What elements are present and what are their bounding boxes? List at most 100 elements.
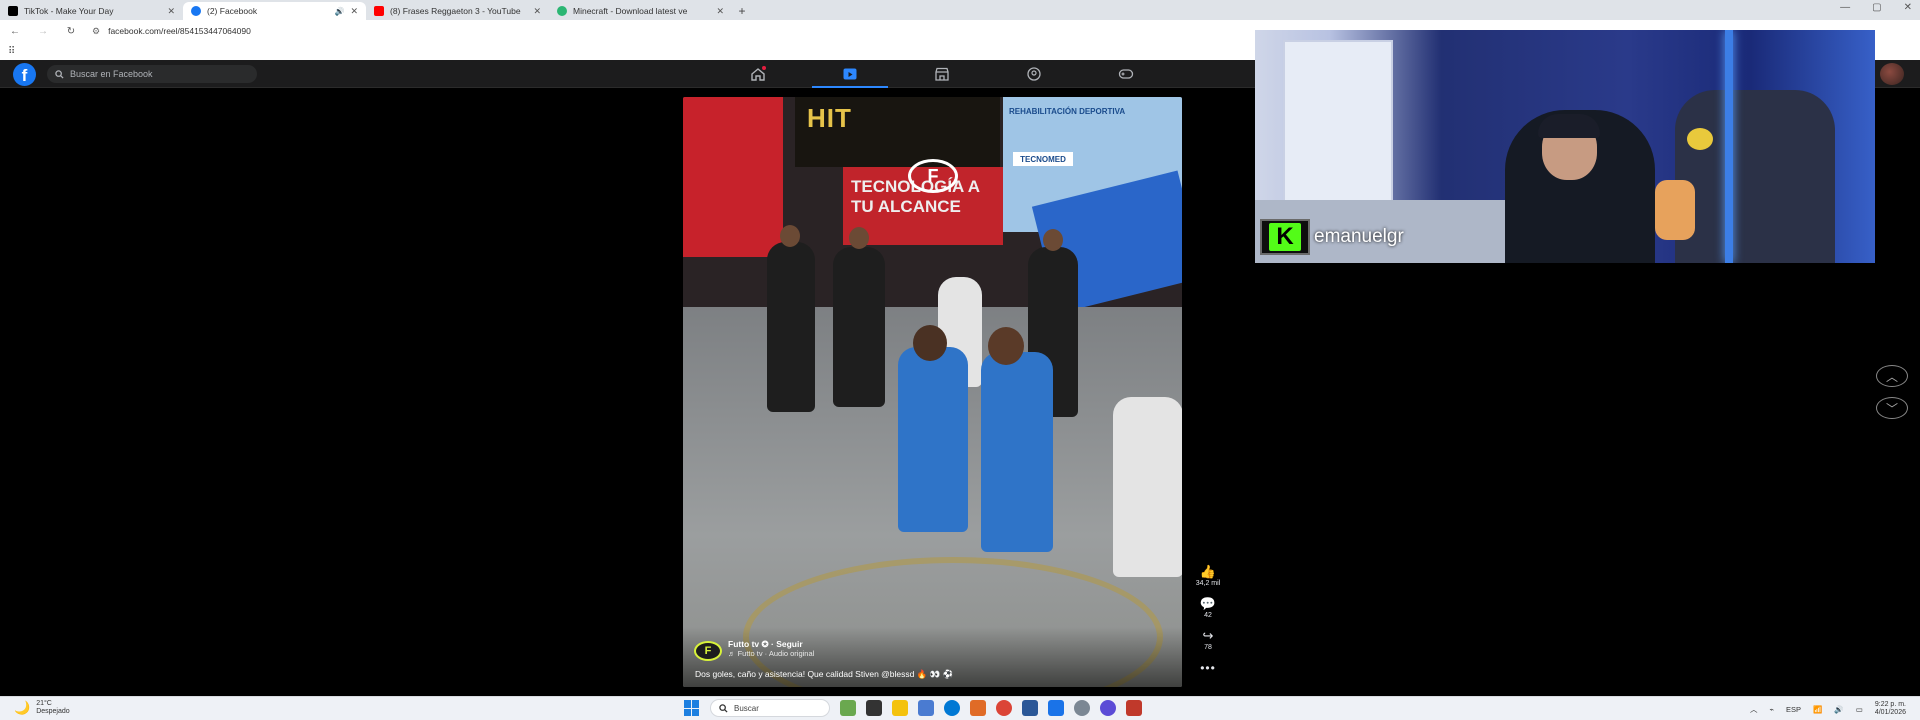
url-field[interactable]: ⚙ facebook.com/reel/854153447064090: [92, 26, 251, 37]
edge-icon[interactable]: [944, 700, 960, 716]
profile-avatar[interactable]: [1880, 63, 1904, 85]
tiktok-icon: [8, 6, 18, 16]
spectator: [767, 242, 815, 412]
tab-strip: TikTok - Make Your Day ✕ (2) Facebook 🔊 …: [0, 0, 1920, 20]
channel-badge: K emanuelgr: [1260, 219, 1404, 255]
temperature: 21°C: [36, 700, 52, 707]
youtube-icon: [374, 6, 384, 16]
tab-title: TikTok - Make Your Day: [24, 6, 114, 16]
nav-marketplace[interactable]: [896, 60, 988, 88]
taskbar-search[interactable]: Buscar: [710, 699, 830, 717]
moon-icon: 🌙: [14, 700, 31, 715]
comment-icon: 💬: [1199, 596, 1217, 611]
app-icon[interactable]: [1048, 700, 1064, 716]
close-tab-icon[interactable]: ✕: [167, 6, 175, 17]
plush-toy: [1687, 128, 1713, 150]
tab-facebook[interactable]: (2) Facebook 🔊 ✕: [183, 2, 366, 20]
more-options-icon[interactable]: •••: [1200, 661, 1216, 675]
close-tab-icon[interactable]: ✕: [350, 6, 358, 17]
comment-button[interactable]: 💬 42: [1199, 596, 1217, 620]
close-tab-icon[interactable]: ✕: [716, 6, 724, 17]
reel-info: F Futto tv ✪ · Seguir ♬ Futto tv · Audio…: [683, 627, 1182, 687]
reel-video[interactable]: HIT TECNOLOGÍA A TU ALCANCE REHABILITACI…: [683, 97, 1182, 687]
led-light: [1725, 30, 1733, 263]
thumbs-up-icon: 👍: [1199, 564, 1217, 579]
speaker-icon[interactable]: 🔊: [334, 7, 344, 16]
taskbar-apps: Buscar: [684, 699, 1142, 717]
facebook-nav: [712, 60, 1172, 88]
maximize-icon[interactable]: ▢: [1872, 2, 1881, 13]
back-arrow-icon[interactable]: ←: [8, 26, 22, 37]
taskbar-search-placeholder: Buscar: [734, 703, 759, 713]
system-tray: ︿ ⌁ ESP 📶 🔊 ▭ 9:22 p. m. 4/01/2026: [1750, 701, 1906, 717]
date: 4/01/2026: [1874, 709, 1906, 716]
weather-widget[interactable]: 🌙 21°C Despejado: [14, 700, 70, 716]
language-indicator[interactable]: ESP: [1786, 705, 1801, 714]
app-icon[interactable]: [970, 700, 986, 716]
chevron-up-icon[interactable]: ︿: [1750, 704, 1758, 715]
close-window-icon[interactable]: ✕: [1904, 2, 1912, 13]
nav-gaming[interactable]: [1080, 60, 1172, 88]
reload-icon[interactable]: ↻: [64, 26, 78, 37]
author-avatar[interactable]: F: [694, 641, 722, 661]
volume-icon[interactable]: 🔊: [1834, 705, 1843, 714]
like-button[interactable]: 👍 34,2 mil: [1196, 564, 1221, 588]
streamer-cap: [1538, 114, 1600, 138]
search-placeholder: Buscar en Facebook: [70, 69, 153, 79]
wifi-icon[interactable]: 📶: [1813, 705, 1822, 714]
share-icon: ↪: [1202, 628, 1214, 643]
audio-label[interactable]: ♬ Futto tv · Audio original: [728, 649, 814, 658]
time: 9:22 p. m.: [1874, 701, 1906, 708]
file-explorer-icon[interactable]: [892, 700, 908, 716]
tab-minecraft[interactable]: Minecraft - Download latest ve ✕: [549, 2, 732, 20]
next-reel-button[interactable]: ﹀: [1876, 397, 1908, 419]
minecraft-icon: [557, 6, 567, 16]
close-tab-icon[interactable]: ✕: [533, 6, 541, 17]
reel-caption: Dos goles, caño y asistencia! Que calida…: [695, 669, 954, 679]
spectator-head: [1043, 229, 1063, 251]
widgets-icon[interactable]: [840, 700, 856, 716]
spectator-head: [849, 227, 869, 249]
app-icon[interactable]: [1022, 700, 1038, 716]
tab-title: Minecraft - Download latest ve: [573, 6, 688, 16]
copilot-icon[interactable]: [918, 700, 934, 716]
network-icon[interactable]: ⌁: [1770, 705, 1775, 714]
spectator: [833, 247, 885, 407]
tab-title: (8) Frases Reggaeton 3 - YouTube: [390, 6, 521, 16]
chevron-up-icon: ︿: [1885, 369, 1898, 384]
site-settings-icon[interactable]: ⚙: [92, 26, 100, 37]
chevron-down-icon: ﹀: [1885, 401, 1898, 416]
nav-reels[interactable]: [804, 60, 896, 88]
nav-groups[interactable]: [988, 60, 1080, 88]
share-button[interactable]: ↪ 78: [1202, 628, 1214, 652]
hit-banner: HIT: [795, 97, 1000, 167]
reel-actions: 👍 34,2 mil 💬 42 ↪ 78 •••: [1190, 564, 1226, 676]
previous-reel-button[interactable]: ︿: [1876, 365, 1908, 387]
tab-youtube[interactable]: (8) Frases Reggaeton 3 - YouTube ✕: [366, 2, 549, 20]
nav-home[interactable]: [712, 60, 804, 88]
task-view-icon[interactable]: [866, 700, 882, 716]
chrome-icon[interactable]: [996, 700, 1012, 716]
app-icon[interactable]: [1100, 700, 1116, 716]
new-tab-button[interactable]: +: [732, 2, 752, 20]
futto-watermark-icon: F: [908, 159, 958, 193]
player: [981, 352, 1053, 552]
comment-count: 42: [1204, 612, 1212, 619]
apps-grid-icon[interactable]: ⠿: [8, 46, 15, 57]
windows-start-icon[interactable]: [684, 700, 700, 716]
facebook-logo-icon[interactable]: f: [13, 63, 36, 86]
spectator-head: [780, 225, 800, 247]
forward-arrow-icon[interactable]: →: [36, 26, 50, 37]
battery-icon[interactable]: ▭: [1856, 705, 1863, 714]
app-icon[interactable]: [1126, 700, 1142, 716]
facebook-search-input[interactable]: Buscar en Facebook: [47, 65, 257, 83]
red-banner: [683, 97, 783, 257]
settings-icon[interactable]: [1074, 700, 1090, 716]
windows-taskbar: 🌙 21°C Despejado Buscar ︿ ⌁ ESP 📶 🔊 ▭ 9:: [0, 696, 1920, 720]
player: [898, 347, 968, 532]
search-icon: [719, 703, 728, 713]
clock[interactable]: 9:22 p. m. 4/01/2026: [1875, 701, 1906, 717]
minimize-icon[interactable]: —: [1840, 2, 1850, 13]
tab-tiktok[interactable]: TikTok - Make Your Day ✕: [0, 2, 183, 20]
weather-condition: Despejado: [36, 708, 70, 715]
